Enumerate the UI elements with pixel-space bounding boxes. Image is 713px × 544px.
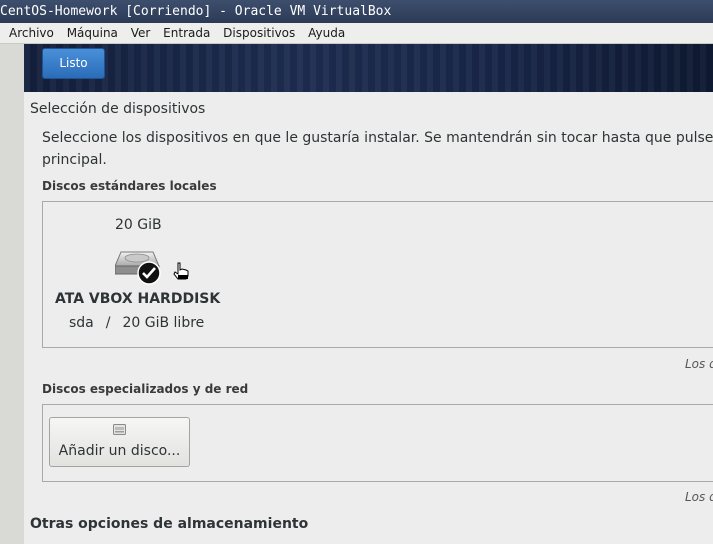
menu-entrada[interactable]: Entrada [159, 23, 214, 44]
menu-ver[interactable]: Ver [127, 23, 155, 44]
menu-bar: Archivo Máquina Ver Entrada Dispositivos… [0, 23, 713, 44]
description-line-1: Seleccione los dispositivos en que le gu… [42, 130, 713, 146]
local-disks-title: Discos estándares locales [42, 179, 217, 193]
left-edge [0, 44, 24, 544]
menu-maquina[interactable]: Máquina [63, 23, 122, 44]
specialized-disks-note: Los d [685, 490, 713, 504]
menu-dispositivos[interactable]: Dispositivos [219, 23, 299, 44]
main-content: Selección de dispositivos Seleccione los… [24, 92, 713, 544]
local-disks-box: 20 GiB ATA VBOX HARDDISK sda / 20 GiB libr… [42, 201, 713, 348]
header-background [24, 44, 713, 92]
hard-disk-selected-icon[interactable] [115, 246, 161, 286]
hand-pointer-icon [173, 262, 189, 280]
section-description: Seleccione los dispositivos en que le gu… [42, 127, 713, 171]
disk-device: sda [69, 315, 94, 331]
section-title: Selección de dispositivos [30, 101, 206, 117]
window-title: CentOS-Homework [Corriendo] - Oracle VM … [0, 4, 392, 19]
done-button[interactable]: Listo [42, 48, 105, 79]
local-disks-note: Los d [685, 357, 713, 371]
other-storage-options-title: Otras opciones de almacenamiento [30, 516, 309, 532]
description-line-2: principal. [42, 152, 107, 168]
add-disk-button[interactable]: Añadir un disco... [49, 417, 190, 467]
disk-size: 20 GiB [115, 217, 162, 233]
disk-info-separator: / [105, 315, 111, 331]
disk-add-icon [113, 424, 126, 435]
disk-name: ATA VBOX HARDDISK [55, 291, 221, 307]
menu-archivo[interactable]: Archivo [5, 23, 58, 44]
disk-info: sda / 20 GiB libre [69, 315, 204, 331]
disk-free-space: 20 GiB libre [122, 315, 205, 331]
add-disk-button-label: Añadir un disco... [58, 443, 181, 459]
installer-header: Listo [24, 44, 713, 92]
specialized-disks-title: Discos especializados y de red [42, 382, 249, 396]
menu-ayuda[interactable]: Ayuda [304, 23, 349, 44]
window-titlebar: CentOS-Homework [Corriendo] - Oracle VM … [0, 0, 713, 23]
specialized-disks-box: Añadir un disco... [42, 404, 713, 482]
